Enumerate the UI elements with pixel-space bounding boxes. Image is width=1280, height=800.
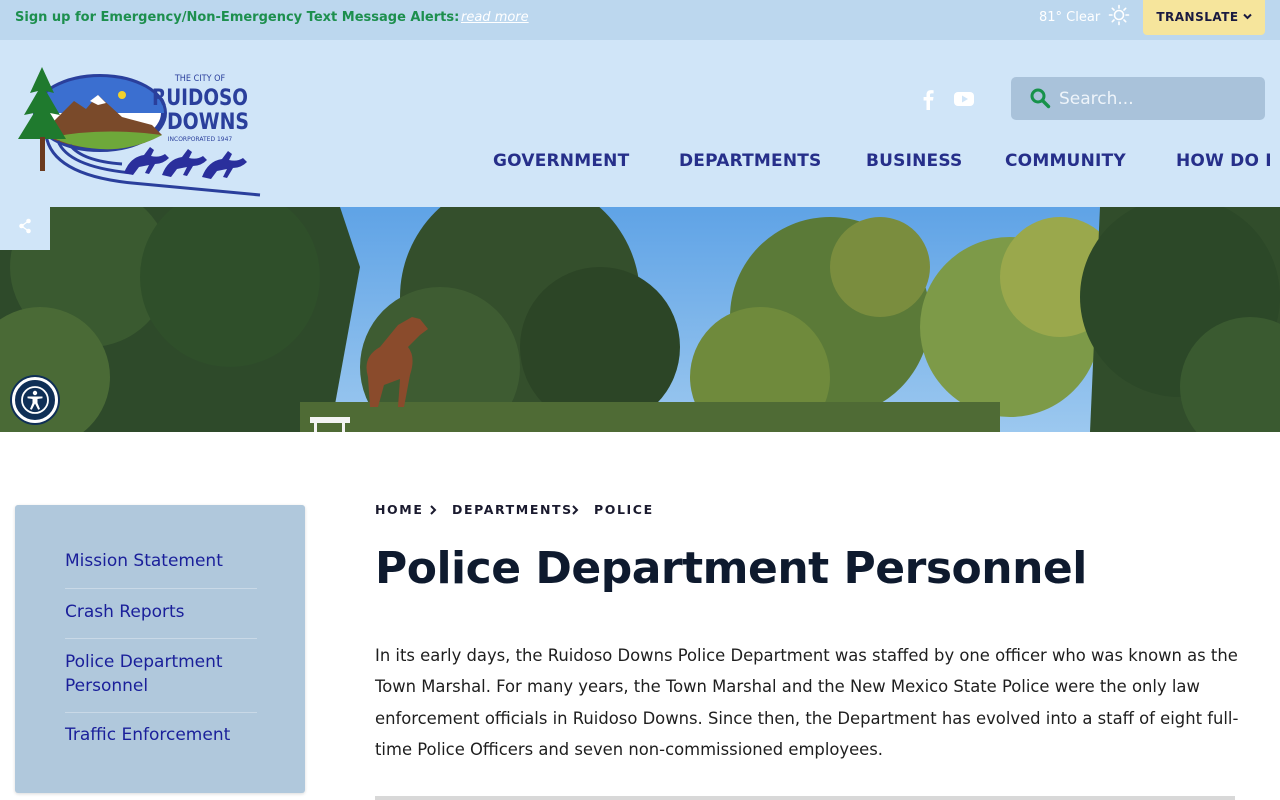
facebook-icon[interactable]	[918, 88, 938, 110]
search-icon[interactable]	[1029, 87, 1051, 109]
translate-label: TRANSLATE	[1156, 10, 1239, 24]
chevron-right-icon	[572, 505, 579, 515]
nav-how-do-i[interactable]: HOW DO I	[1176, 151, 1272, 171]
page-title: Police Department Personnel	[375, 543, 1087, 594]
nav-business[interactable]: BUSINESS	[866, 151, 963, 171]
chevron-down-icon	[1242, 13, 1252, 20]
alert-bar: Sign up for Emergency/Non-Emergency Text…	[0, 0, 1280, 40]
translate-button[interactable]: TRANSLATE	[1143, 0, 1265, 35]
sidebar-divider	[65, 712, 257, 713]
alert-text: Sign up for Emergency/Non-Emergency Text…	[15, 10, 460, 25]
logo-line-3: DOWNS	[167, 110, 249, 135]
logo-line-4: INCORPORATED 1947	[168, 136, 233, 143]
share-tab[interactable]	[0, 207, 50, 250]
breadcrumb-home[interactable]: HOME	[375, 502, 423, 517]
youtube-icon[interactable]	[953, 89, 975, 109]
sidebar-item-crash-reports[interactable]: Crash Reports	[65, 600, 257, 624]
accessibility-icon	[21, 386, 49, 414]
accessibility-button[interactable]	[12, 377, 58, 423]
nav-community[interactable]: COMMUNITY	[1005, 151, 1126, 171]
city-logo[interactable]: THE CITY OF RUIDOSO DOWNS INCORPORATED 1…	[12, 65, 264, 200]
sidebar-item-police-department-personnel[interactable]: Police Department Personnel	[65, 650, 257, 698]
sidebar-divider	[65, 638, 257, 639]
share-icon	[19, 218, 31, 234]
nav-departments[interactable]: DEPARTMENTS	[679, 151, 822, 171]
sidebar-item-mission-statement[interactable]: Mission Statement	[65, 549, 257, 573]
sidebar-nav: Mission Statement Crash Reports Police D…	[15, 505, 305, 793]
nav-government[interactable]: GOVERNMENT	[493, 151, 629, 171]
weather-text: 81° Clear	[1039, 10, 1101, 25]
intro-paragraph: In its early days, the Ruidoso Downs Pol…	[375, 646, 1239, 759]
read-more-link[interactable]: read more	[461, 10, 529, 25]
chevron-right-icon	[430, 505, 437, 515]
sidebar-divider	[65, 588, 257, 589]
next-paragraph-cutoff	[375, 790, 1255, 800]
logo-line-2: RUIDOSO	[152, 86, 248, 111]
hero-photo	[0, 207, 1280, 432]
sidebar-item-traffic-enforcement[interactable]: Traffic Enforcement	[65, 723, 257, 747]
breadcrumb-police[interactable]: POLICE	[594, 502, 654, 517]
hero-image	[0, 207, 1280, 432]
logo-line-1: THE CITY OF	[174, 74, 226, 84]
search-box	[1011, 77, 1265, 120]
sun-icon	[1108, 4, 1130, 26]
breadcrumb-departments[interactable]: DEPARTMENTS	[452, 502, 573, 517]
site-header: THE CITY OF RUIDOSO DOWNS INCORPORATED 1…	[0, 40, 1280, 207]
search-input[interactable]	[1059, 77, 1259, 120]
